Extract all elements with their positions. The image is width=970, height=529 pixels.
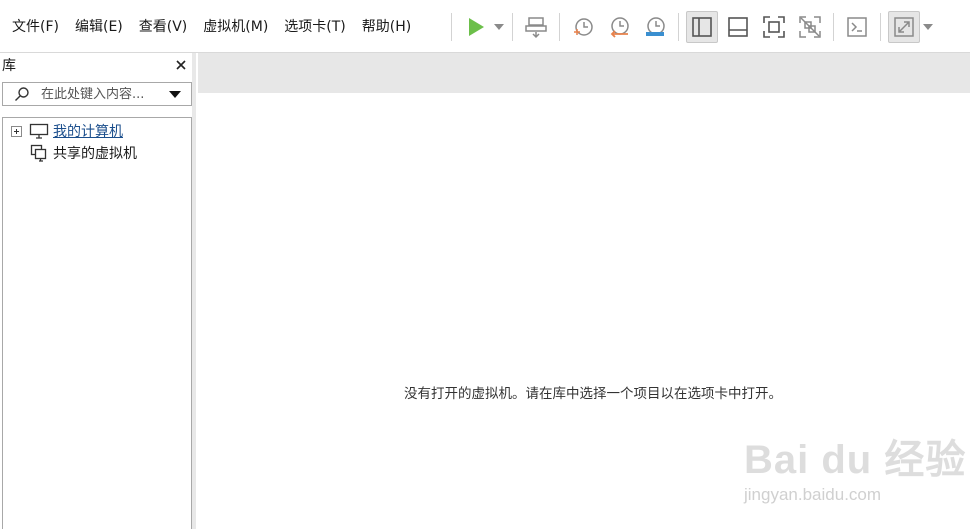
search-input[interactable] [41,86,163,102]
fullscreen-icon [763,16,785,38]
revert-snapshot-button[interactable] [603,11,635,43]
snapshot-take-icon [574,18,593,36]
tree-item-shared-vms[interactable]: 共享的虚拟机 [22,143,137,163]
toolbar-separator [833,13,834,41]
take-snapshot-button[interactable] [567,11,599,43]
library-tree: 我的计算机 共享的虚拟机 [2,117,192,529]
toolbar-separator [678,13,679,41]
close-icon [176,60,186,70]
library-view-icon [692,17,712,37]
power-dropdown[interactable] [493,11,505,43]
menu-file[interactable]: 文件(F) [4,14,67,40]
menu-bar: 文件(F) 编辑(E) 查看(V) 虚拟机(M) 选项卡(T) 帮助(H) [4,14,419,40]
chevron-down-icon [923,24,933,30]
expand-icon[interactable] [11,125,22,137]
library-search [2,82,192,106]
top-bar: 文件(F) 编辑(E) 查看(V) 虚拟机(M) 选项卡(T) 帮助(H) [0,0,970,53]
empty-state-message: 没有打开的虚拟机。请在库中选择一个项目以在选项卡中打开。 [404,386,782,402]
tree-item-label: 我的计算机 [53,124,123,140]
menu-view[interactable]: 查看(V) [131,14,196,40]
menu-help[interactable]: 帮助(H) [354,14,419,40]
snapshot-manager-button[interactable] [639,11,671,43]
thumbnail-bar-icon [728,17,748,37]
unity-icon [799,16,821,38]
stretch-dropdown[interactable] [922,11,934,43]
toolbar-separator [559,13,560,41]
toolbar-separator [880,13,881,41]
library-title: 库 [2,58,16,74]
toolbar-separator [512,13,513,41]
search-icon [13,85,31,103]
show-library-button[interactable] [686,11,718,43]
tree-item-my-computer[interactable]: 我的计算机 [3,121,123,141]
tab-strip [198,53,970,93]
chevron-down-icon [169,90,181,98]
menu-vm[interactable]: 虚拟机(M) [195,14,276,40]
console-view-button[interactable] [841,11,873,43]
snapshot-manager-icon [646,17,665,36]
stretch-guest-icon [894,17,914,37]
send-keys-icon [525,17,547,39]
chevron-down-icon [494,24,504,30]
watermark-text: Bai du 经验 [744,438,967,482]
shared-vm-icon [29,144,49,162]
stretch-guest-button[interactable] [888,11,920,43]
toolbar-separator [451,13,452,41]
computer-icon [29,122,49,140]
baidu-watermark: Bai du 经验 jingyan.baidu.com [744,427,965,509]
fullscreen-button[interactable] [758,11,790,43]
snapshot-revert-icon [610,17,629,38]
console-icon [847,17,867,37]
power-on-button[interactable] [459,11,491,43]
send-ctrl-alt-del-button[interactable] [520,11,552,43]
library-panel: 库 我的计算机 共享的虚拟机 [0,53,196,529]
close-library-button[interactable] [172,56,190,74]
menu-edit[interactable]: 编辑(E) [67,14,131,40]
play-icon [469,18,484,36]
search-dropdown-button[interactable] [165,83,185,105]
toolbar [446,9,936,45]
thumbnail-bar-button[interactable] [722,11,754,43]
menu-tabs[interactable]: 选项卡(T) [276,14,353,40]
watermark-url: jingyan.baidu.com [744,485,882,504]
unity-button[interactable] [794,11,826,43]
tree-item-label: 共享的虚拟机 [53,146,137,162]
